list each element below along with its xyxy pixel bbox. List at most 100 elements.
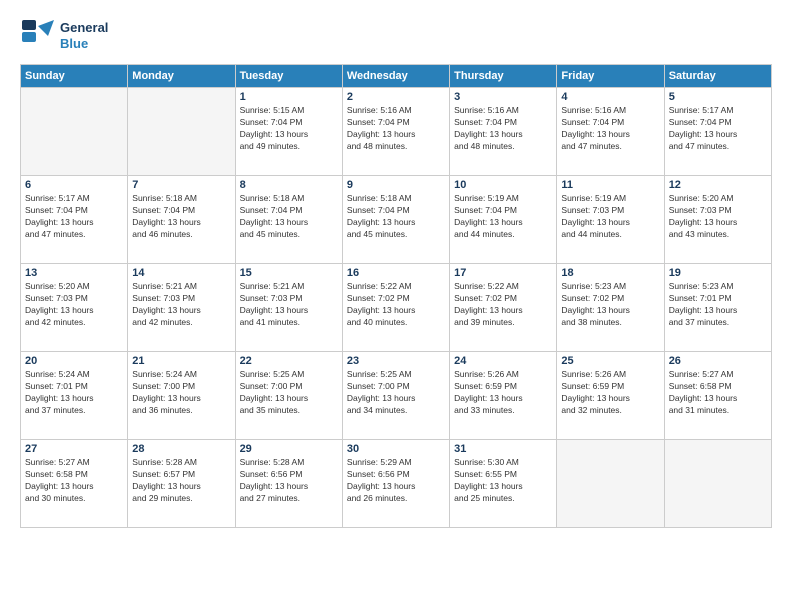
calendar-cell: 17 Sunrise: 5:22 AMSunset: 7:02 PMDayligh… xyxy=(450,264,557,352)
calendar-cell xyxy=(557,440,664,528)
day-number: 28 xyxy=(132,443,230,455)
day-number: 8 xyxy=(240,179,338,191)
day-number: 5 xyxy=(669,91,767,103)
day-number: 9 xyxy=(347,179,445,191)
day-info: Sunrise: 5:26 AMSunset: 6:59 PMDaylight:… xyxy=(561,369,659,417)
calendar-cell xyxy=(128,88,235,176)
day-info: Sunrise: 5:26 AMSunset: 6:59 PMDaylight:… xyxy=(454,369,552,417)
day-number: 3 xyxy=(454,91,552,103)
calendar-cell: 19 Sunrise: 5:23 AMSunset: 7:01 PMDayligh… xyxy=(664,264,771,352)
day-info: Sunrise: 5:29 AMSunset: 6:56 PMDaylight:… xyxy=(347,457,445,505)
day-number: 24 xyxy=(454,355,552,367)
week-row-4: 20 Sunrise: 5:24 AMSunset: 7:01 PMDayligh… xyxy=(21,352,772,440)
logo-line2: Blue xyxy=(60,36,108,52)
logo-icon xyxy=(20,18,56,54)
weekday-header-row: SundayMondayTuesdayWednesdayThursdayFrid… xyxy=(21,65,772,88)
day-info: Sunrise: 5:30 AMSunset: 6:55 PMDaylight:… xyxy=(454,457,552,505)
calendar-cell: 20 Sunrise: 5:24 AMSunset: 7:01 PMDayligh… xyxy=(21,352,128,440)
day-info: Sunrise: 5:22 AMSunset: 7:02 PMDaylight:… xyxy=(347,281,445,329)
calendar-cell: 30Sunrise: 5:29 AMSunset: 6:56 PMDayligh… xyxy=(342,440,449,528)
logo-line1: General xyxy=(60,20,108,36)
weekday-header-saturday: Saturday xyxy=(664,65,771,88)
day-number: 25 xyxy=(561,355,659,367)
day-info: Sunrise: 5:17 AMSunset: 7:04 PMDaylight:… xyxy=(25,193,123,241)
day-number: 31 xyxy=(454,443,552,455)
day-info: Sunrise: 5:24 AMSunset: 7:01 PMDaylight:… xyxy=(25,369,123,417)
calendar-cell: 14Sunrise: 5:21 AMSunset: 7:03 PMDayligh… xyxy=(128,264,235,352)
week-row-2: 6 Sunrise: 5:17 AMSunset: 7:04 PMDaylight… xyxy=(21,176,772,264)
day-info: Sunrise: 5:23 AMSunset: 7:01 PMDaylight:… xyxy=(669,281,767,329)
weekday-header-sunday: Sunday xyxy=(21,65,128,88)
calendar-cell: 31 Sunrise: 5:30 AMSunset: 6:55 PMDayligh… xyxy=(450,440,557,528)
day-number: 2 xyxy=(347,91,445,103)
calendar-cell: 4Sunrise: 5:16 AMSunset: 7:04 PMDaylight… xyxy=(557,88,664,176)
weekday-header-tuesday: Tuesday xyxy=(235,65,342,88)
calendar-cell: 22Sunrise: 5:25 AMSunset: 7:00 PMDayligh… xyxy=(235,352,342,440)
day-number: 22 xyxy=(240,355,338,367)
day-info: Sunrise: 5:27 AMSunset: 6:58 PMDaylight:… xyxy=(669,369,767,417)
day-number: 16 xyxy=(347,267,445,279)
logo-text: General Blue xyxy=(60,20,108,51)
day-info: Sunrise: 5:28 AMSunset: 6:56 PMDaylight:… xyxy=(240,457,338,505)
day-number: 15 xyxy=(240,267,338,279)
day-info: Sunrise: 5:16 AMSunset: 7:04 PMDaylight:… xyxy=(347,105,445,153)
day-number: 29 xyxy=(240,443,338,455)
day-info: Sunrise: 5:22 AMSunset: 7:02 PMDaylight:… xyxy=(454,281,552,329)
calendar-cell xyxy=(21,88,128,176)
calendar-cell: 7Sunrise: 5:18 AMSunset: 7:04 PMDaylight… xyxy=(128,176,235,264)
calendar-table: SundayMondayTuesdayWednesdayThursdayFrid… xyxy=(20,64,772,528)
day-number: 6 xyxy=(25,179,123,191)
calendar-cell: 27 Sunrise: 5:27 AMSunset: 6:58 PMDayligh… xyxy=(21,440,128,528)
calendar-cell: 24 Sunrise: 5:26 AMSunset: 6:59 PMDayligh… xyxy=(450,352,557,440)
day-info: Sunrise: 5:15 AMSunset: 7:04 PMDaylight:… xyxy=(240,105,338,153)
day-number: 13 xyxy=(25,267,123,279)
calendar-cell: 1 Sunrise: 5:15 AMSunset: 7:04 PMDaylight… xyxy=(235,88,342,176)
week-row-1: 1 Sunrise: 5:15 AMSunset: 7:04 PMDaylight… xyxy=(21,88,772,176)
day-number: 18 xyxy=(561,267,659,279)
day-info: Sunrise: 5:17 AMSunset: 7:04 PMDaylight:… xyxy=(669,105,767,153)
weekday-header-friday: Friday xyxy=(557,65,664,88)
day-number: 17 xyxy=(454,267,552,279)
calendar-cell: 18 Sunrise: 5:23 AMSunset: 7:02 PMDayligh… xyxy=(557,264,664,352)
calendar-cell: 28Sunrise: 5:28 AMSunset: 6:57 PMDayligh… xyxy=(128,440,235,528)
day-info: Sunrise: 5:18 AMSunset: 7:04 PMDaylight:… xyxy=(240,193,338,241)
day-number: 1 xyxy=(240,91,338,103)
weekday-header-thursday: Thursday xyxy=(450,65,557,88)
calendar-cell: 10 Sunrise: 5:19 AMSunset: 7:04 PMDayligh… xyxy=(450,176,557,264)
day-number: 7 xyxy=(132,179,230,191)
calendar-cell: 29 Sunrise: 5:28 AMSunset: 6:56 PMDayligh… xyxy=(235,440,342,528)
day-info: Sunrise: 5:27 AMSunset: 6:58 PMDaylight:… xyxy=(25,457,123,505)
logo: General Blue xyxy=(20,18,108,54)
day-info: Sunrise: 5:25 AMSunset: 7:00 PMDaylight:… xyxy=(347,369,445,417)
day-number: 23 xyxy=(347,355,445,367)
day-number: 10 xyxy=(454,179,552,191)
day-info: Sunrise: 5:16 AMSunset: 7:04 PMDaylight:… xyxy=(561,105,659,153)
day-number: 27 xyxy=(25,443,123,455)
calendar-cell: 3Sunrise: 5:16 AMSunset: 7:04 PMDaylight… xyxy=(450,88,557,176)
day-info: Sunrise: 5:18 AMSunset: 7:04 PMDaylight:… xyxy=(347,193,445,241)
calendar-cell xyxy=(664,440,771,528)
day-info: Sunrise: 5:21 AMSunset: 7:03 PMDaylight:… xyxy=(240,281,338,329)
calendar-cell: 12Sunrise: 5:20 AMSunset: 7:03 PMDayligh… xyxy=(664,176,771,264)
calendar-cell: 23 Sunrise: 5:25 AMSunset: 7:00 PMDayligh… xyxy=(342,352,449,440)
weekday-header-wednesday: Wednesday xyxy=(342,65,449,88)
day-info: Sunrise: 5:19 AMSunset: 7:04 PMDaylight:… xyxy=(454,193,552,241)
calendar-cell: 13Sunrise: 5:20 AMSunset: 7:03 PMDayligh… xyxy=(21,264,128,352)
day-number: 14 xyxy=(132,267,230,279)
calendar-page: General Blue SundayMondayTuesdayWednesda… xyxy=(0,0,792,612)
calendar-cell: 26 Sunrise: 5:27 AMSunset: 6:58 PMDayligh… xyxy=(664,352,771,440)
day-number: 19 xyxy=(669,267,767,279)
day-number: 26 xyxy=(669,355,767,367)
day-number: 21 xyxy=(132,355,230,367)
week-row-3: 13Sunrise: 5:20 AMSunset: 7:03 PMDayligh… xyxy=(21,264,772,352)
calendar-cell: 25 Sunrise: 5:26 AMSunset: 6:59 PMDayligh… xyxy=(557,352,664,440)
day-number: 20 xyxy=(25,355,123,367)
week-row-5: 27 Sunrise: 5:27 AMSunset: 6:58 PMDayligh… xyxy=(21,440,772,528)
day-number: 11 xyxy=(561,179,659,191)
calendar-cell: 6 Sunrise: 5:17 AMSunset: 7:04 PMDaylight… xyxy=(21,176,128,264)
day-info: Sunrise: 5:24 AMSunset: 7:00 PMDaylight:… xyxy=(132,369,230,417)
calendar-cell: 15 Sunrise: 5:21 AMSunset: 7:03 PMDayligh… xyxy=(235,264,342,352)
day-info: Sunrise: 5:23 AMSunset: 7:02 PMDaylight:… xyxy=(561,281,659,329)
calendar-cell: 21 Sunrise: 5:24 AMSunset: 7:00 PMDayligh… xyxy=(128,352,235,440)
calendar-cell: 16 Sunrise: 5:22 AMSunset: 7:02 PMDayligh… xyxy=(342,264,449,352)
